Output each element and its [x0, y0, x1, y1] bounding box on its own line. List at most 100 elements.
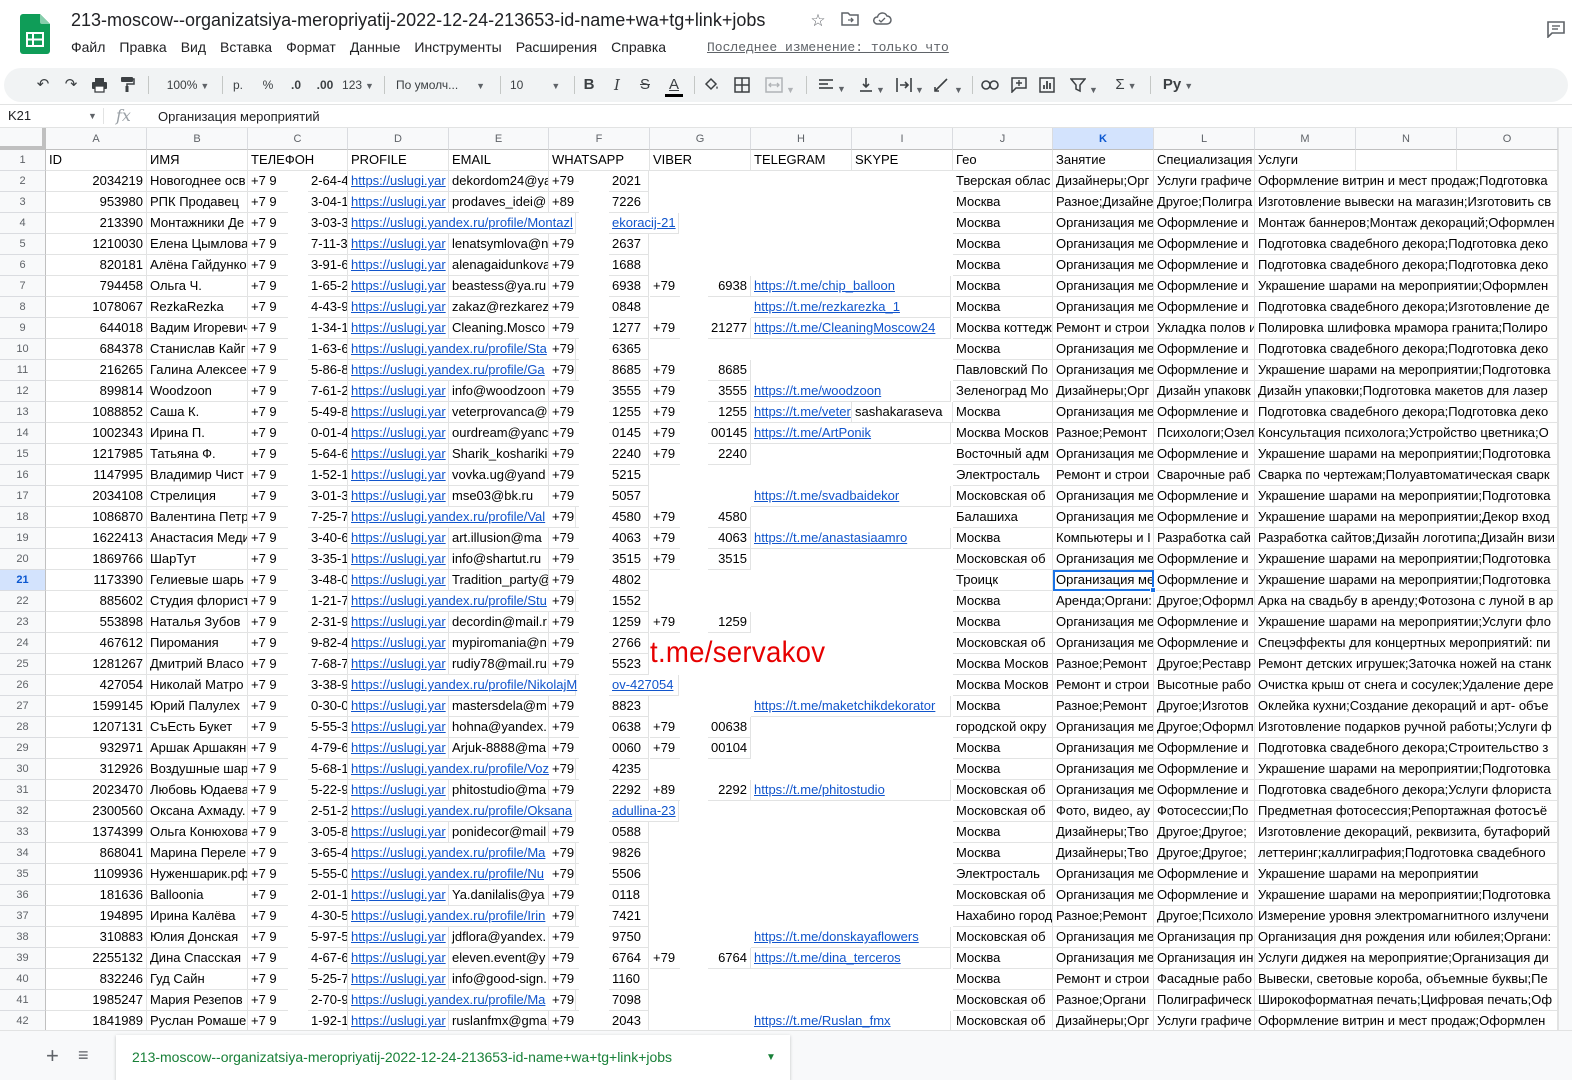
- name-cell[interactable]: СъЕсть Букет: [147, 717, 248, 738]
- services-cell[interactable]: Подготовка свадебного декора;Подготовка …: [1255, 255, 1558, 276]
- name-cell[interactable]: Гуд Сайн: [147, 969, 248, 990]
- id-cell[interactable]: 2034219: [46, 171, 147, 192]
- bold-icon[interactable]: B: [578, 68, 600, 102]
- phone-cell[interactable]: +7 9: [248, 381, 288, 402]
- email-cell[interactable]: decordin@mail.r: [449, 612, 549, 633]
- menu-help[interactable]: Справка: [611, 39, 666, 55]
- services-cell[interactable]: Украшение шарами на мероприятии;Услуги ф…: [1255, 612, 1558, 633]
- occupation-cell[interactable]: Организация ме: [1053, 549, 1154, 570]
- id-cell[interactable]: 2300560: [46, 801, 147, 822]
- specialization-cell[interactable]: Оформление и: [1154, 234, 1255, 255]
- id-cell[interactable]: 1078067: [46, 297, 147, 318]
- viber-cell-tail[interactable]: 00104: [708, 738, 751, 759]
- telegram-link[interactable]: https://t.me/Ruslan_fmx: [751, 1011, 951, 1030]
- profile-link[interactable]: https://uslugi.yar: [348, 570, 449, 591]
- id-cell[interactable]: 1281267: [46, 654, 147, 675]
- email-cell[interactable]: art.illusion@ma: [449, 528, 549, 549]
- services-cell[interactable]: Подготовка свадебного декора;Изготовлени…: [1255, 297, 1558, 318]
- geo-cell[interactable]: Москва коттедж: [953, 318, 1053, 339]
- whatsapp-cell[interactable]: +79: [549, 234, 579, 255]
- specialization-cell[interactable]: Оформление и: [1154, 549, 1255, 570]
- id-cell[interactable]: 1088852: [46, 402, 147, 423]
- viber-cell[interactable]: +79: [650, 738, 680, 759]
- phone-cell-tail[interactable]: 3-05-8: [308, 822, 348, 843]
- select-all-corner[interactable]: [0, 128, 46, 150]
- whatsapp-cell[interactable]: +79: [549, 654, 579, 675]
- header-cell[interactable]: Гео: [953, 150, 1053, 171]
- email-cell[interactable]: rudiy78@mail.ru: [449, 654, 549, 675]
- phone-cell-tail[interactable]: 4-67-6: [308, 948, 348, 969]
- whatsapp-cell-tail[interactable]: 3555: [609, 381, 649, 402]
- menu-data[interactable]: Данные: [350, 39, 401, 55]
- services-cell[interactable]: Украшение шарами на мероприятии;Подготов…: [1255, 759, 1558, 780]
- geo-cell[interactable]: Москва: [953, 213, 1053, 234]
- profile-link[interactable]: https://uslugi.yar: [348, 234, 449, 255]
- whatsapp-cell-tail[interactable]: 4580: [609, 507, 649, 528]
- services-cell[interactable]: Оклейка кухни;Создание декораций и арт- …: [1255, 696, 1558, 717]
- row-header[interactable]: 38: [0, 927, 46, 948]
- google-sheets-logo-icon[interactable]: [20, 14, 50, 54]
- name-cell[interactable]: Валентина Петр: [147, 507, 248, 528]
- telegram-link[interactable]: https://t.me/veter: [751, 402, 852, 423]
- phone-cell-tail[interactable]: 1-92-1: [308, 1011, 348, 1030]
- vertical-align-icon[interactable]: ▼: [854, 68, 890, 102]
- whatsapp-cell-tail[interactable]: 9826: [609, 843, 649, 864]
- profile-link[interactable]: https://uslugi.yandex.ru/profile/Oksana: [348, 801, 576, 822]
- specialization-cell[interactable]: Разработка сай: [1154, 528, 1255, 549]
- geo-cell[interactable]: Балашиха: [953, 507, 1053, 528]
- row-header[interactable]: 29: [0, 738, 46, 759]
- header-cell[interactable]: ID: [46, 150, 147, 171]
- row-header[interactable]: 35: [0, 864, 46, 885]
- specialization-cell[interactable]: Высотные рабо: [1154, 675, 1255, 696]
- whatsapp-cell[interactable]: +79: [549, 528, 579, 549]
- id-cell[interactable]: 216265: [46, 360, 147, 381]
- viber-cell-tail[interactable]: 6938: [708, 276, 751, 297]
- phone-cell-tail[interactable]: 7-61-2: [308, 381, 348, 402]
- phone-cell[interactable]: +7 9: [248, 570, 288, 591]
- name-cell[interactable]: Наталья Зубов: [147, 612, 248, 633]
- email-cell[interactable]: ruslanfmx@gma: [449, 1011, 549, 1030]
- occupation-cell[interactable]: Фото, видео, ау: [1053, 801, 1154, 822]
- occupation-cell[interactable]: Организация ме: [1053, 717, 1154, 738]
- menu-view[interactable]: Вид: [181, 39, 206, 55]
- phone-cell-tail[interactable]: 2-31-9: [308, 612, 348, 633]
- geo-cell[interactable]: Московская об: [953, 885, 1053, 906]
- profile-link[interactable]: https://uslugi.yandex.ru/profile/Stu: [348, 591, 576, 612]
- geo-cell[interactable]: Москва: [953, 696, 1053, 717]
- services-cell[interactable]: Полировка шлифовка мрамора гранита;Полир…: [1255, 318, 1558, 339]
- row-header[interactable]: 32: [0, 801, 46, 822]
- occupation-cell[interactable]: Организация ме: [1053, 297, 1154, 318]
- header-cell[interactable]: [1356, 150, 1457, 171]
- email-cell[interactable]: hohna@yandex.: [449, 717, 549, 738]
- occupation-cell[interactable]: Разное;Ремонт: [1053, 696, 1154, 717]
- id-cell[interactable]: 932971: [46, 738, 147, 759]
- geo-cell[interactable]: Московская об: [953, 1011, 1053, 1030]
- viber-cell[interactable]: +79: [650, 381, 680, 402]
- specialization-cell[interactable]: Психологи;Озел: [1154, 423, 1255, 444]
- column-header-c[interactable]: C: [248, 128, 348, 150]
- occupation-cell[interactable]: Организация ме: [1053, 612, 1154, 633]
- occupation-cell[interactable]: Организация ме: [1053, 780, 1154, 801]
- specialization-cell[interactable]: Оформление и: [1154, 444, 1255, 465]
- percent-format-button[interactable]: %: [258, 68, 278, 102]
- telegram-link[interactable]: https://t.me/dina_terceros: [751, 948, 951, 969]
- phone-cell[interactable]: +7 9: [248, 612, 288, 633]
- specialization-cell[interactable]: Оформление и: [1154, 612, 1255, 633]
- whatsapp-cell-tail[interactable]: 5506: [609, 864, 649, 885]
- profile-link[interactable]: https://uslugi.yandex.ru/profile/Voz: [348, 759, 576, 780]
- phone-cell[interactable]: +7 9: [248, 444, 288, 465]
- occupation-cell[interactable]: Организация ме: [1053, 360, 1154, 381]
- phone-cell-tail[interactable]: 0-01-4: [308, 423, 348, 444]
- specialization-cell[interactable]: Оформление и: [1154, 507, 1255, 528]
- viber-cell[interactable]: +79: [650, 402, 680, 423]
- specialization-cell[interactable]: Сварочные раб: [1154, 465, 1255, 486]
- occupation-cell[interactable]: Организация ме: [1053, 234, 1154, 255]
- phone-cell-tail[interactable]: 5-68-1: [308, 759, 348, 780]
- row-header[interactable]: 33: [0, 822, 46, 843]
- services-cell[interactable]: Подготовка свадебного декора;Подготовка …: [1255, 234, 1558, 255]
- geo-cell[interactable]: Москва: [953, 339, 1053, 360]
- email-cell[interactable]: vovka.ug@yand: [449, 465, 549, 486]
- email-cell[interactable]: phitostudio@ma: [449, 780, 549, 801]
- services-cell[interactable]: Украшение шарами на мероприятии;Оформлен: [1255, 276, 1558, 297]
- whatsapp-cell[interactable]: +79: [549, 381, 579, 402]
